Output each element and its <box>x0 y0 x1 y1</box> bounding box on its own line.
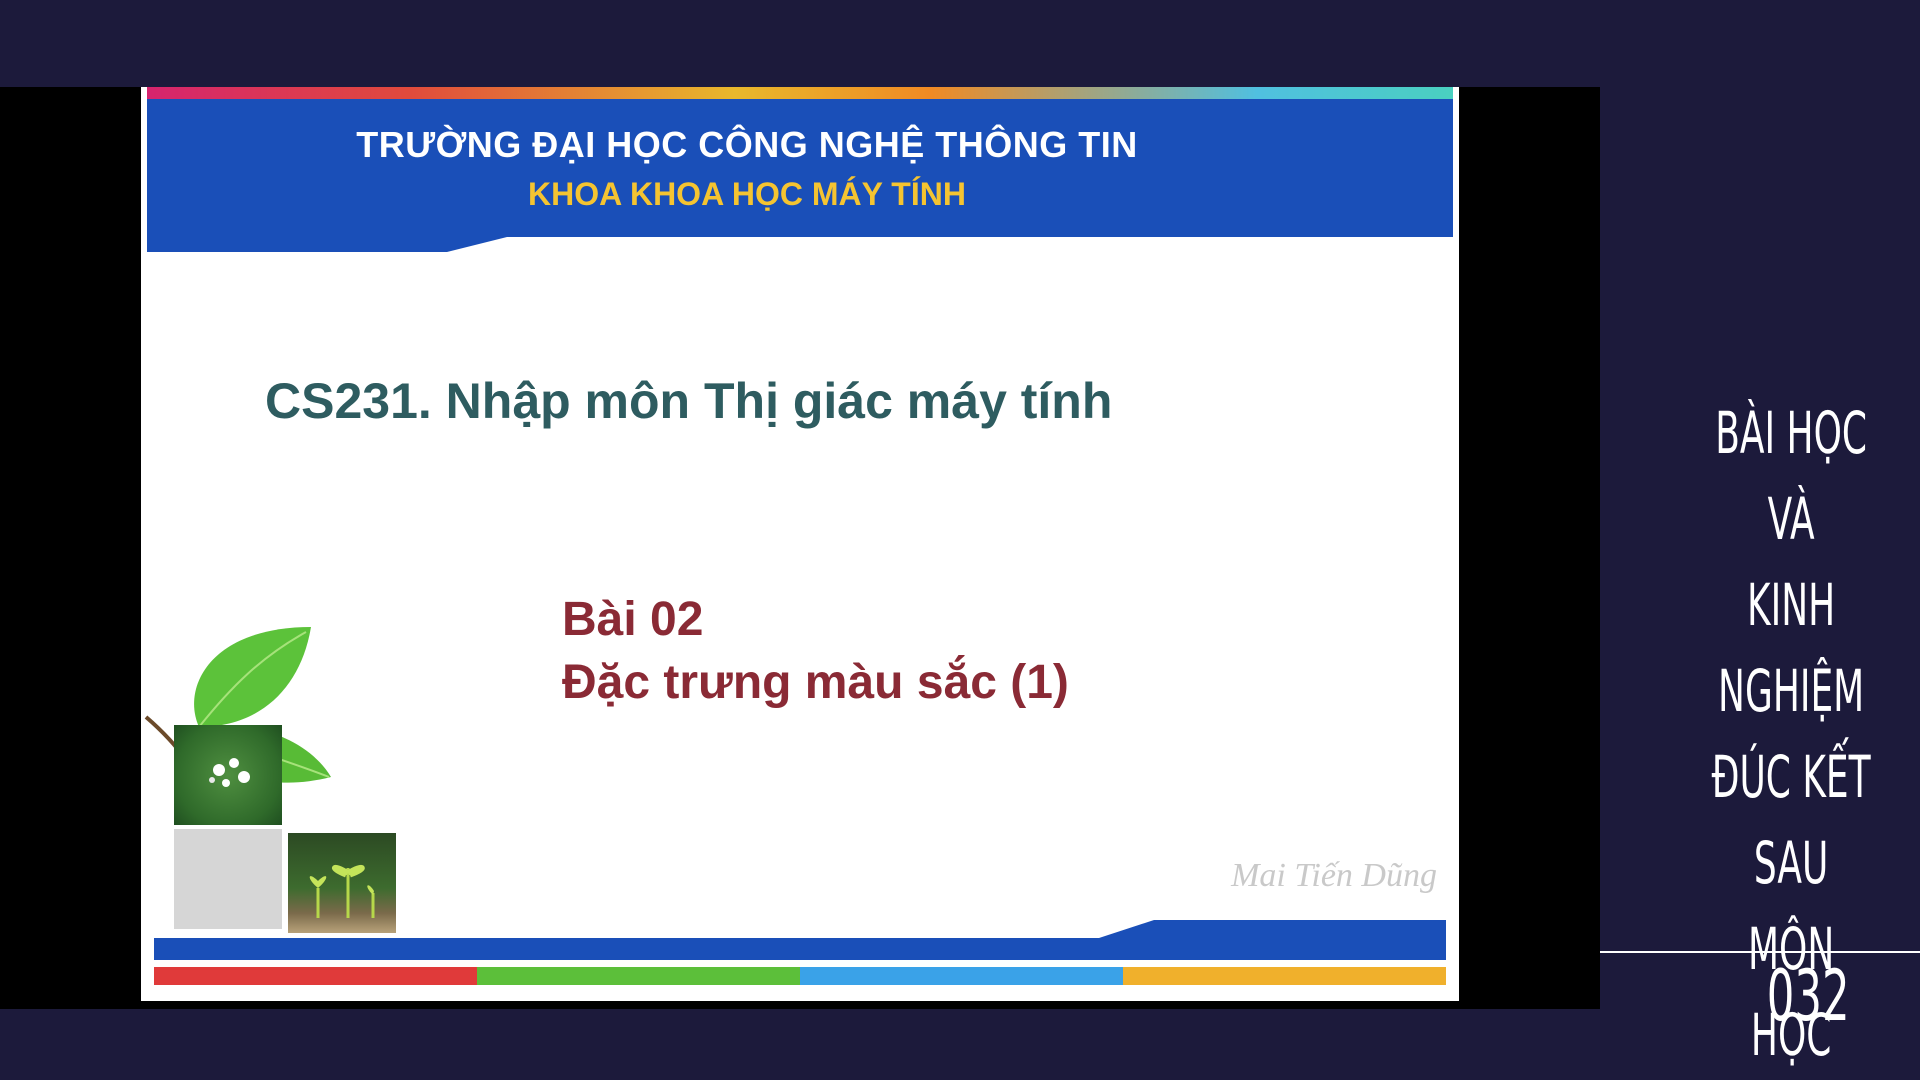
side-title-line: KINH NGHIỆM <box>1718 571 1865 725</box>
lesson-title: Đặc trưng màu sắc (1) <box>562 656 1069 709</box>
university-name: TRƯỜNG ĐẠI HỌC CÔNG NGHỆ THÔNG TIN <box>356 124 1138 165</box>
lesson-number: Bài 02 <box>562 593 704 646</box>
footer-stripe-orange <box>1123 967 1446 985</box>
footer-color-stripes <box>154 967 1446 985</box>
lecture-slide: TRƯỜNG ĐẠI HỌC CÔNG NGHỆ THÔNG TIN KHOA … <box>141 87 1459 1001</box>
page-number: 032 <box>1767 955 1850 1037</box>
footer-stripe-blue <box>800 967 1123 985</box>
seedlings-photo <box>288 833 396 933</box>
course-title: CS231. Nhập môn Thị giác máy tính <box>265 373 1113 429</box>
author-signature: Mai Tiến Dũng <box>1231 857 1437 894</box>
video-frame: TRƯỜNG ĐẠI HỌC CÔNG NGHỆ THÔNG TIN KHOA … <box>0 87 1600 1009</box>
footer-stripe-red <box>154 967 477 985</box>
side-title-line: ĐÚC KẾT SAU <box>1711 743 1871 897</box>
faculty-name: KHOA KHOA HỌC MÁY TÍNH <box>528 176 966 212</box>
side-title-line: BÀI HỌC VÀ <box>1715 399 1868 553</box>
slide-header-band: TRƯỜNG ĐẠI HỌC CÔNG NGHỆ THÔNG TIN KHOA … <box>147 99 1453 252</box>
panel-divider <box>1600 951 1920 953</box>
flowers-photo <box>174 725 282 825</box>
rainbow-top-stripe <box>147 87 1453 99</box>
gray-placeholder-photo <box>174 829 282 929</box>
footer-stripe-green <box>477 967 800 985</box>
